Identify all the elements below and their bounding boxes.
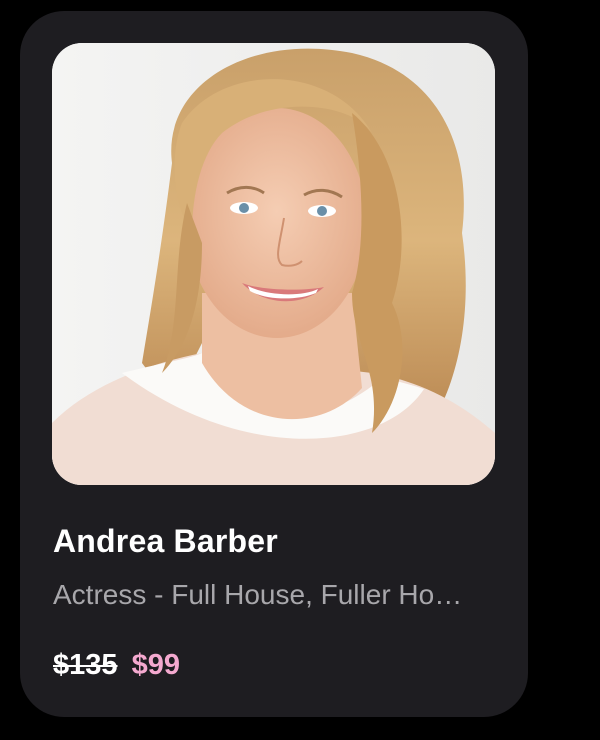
talent-card[interactable]: Andrea Barber Actress - Full House, Full… (20, 11, 528, 717)
sale-price: $99 (131, 649, 180, 681)
portrait-illustration (52, 43, 495, 485)
profile-photo (52, 43, 495, 485)
price-row: $135 $99 (53, 649, 180, 682)
original-price: $135 (53, 649, 118, 681)
talent-name: Andrea Barber (53, 523, 278, 559)
talent-description: Actress - Full House, Fuller House (53, 579, 473, 610)
